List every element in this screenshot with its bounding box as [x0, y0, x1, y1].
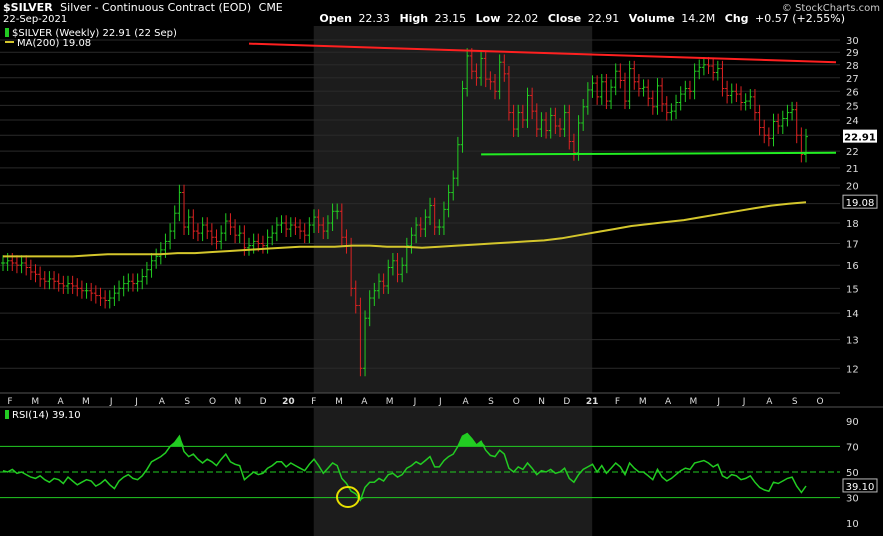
price-y-tick: 20 — [846, 181, 859, 192]
header-title: $SILVER Silver - Continuous Contract (EO… — [3, 1, 283, 14]
x-axis-month-label: J — [134, 397, 138, 407]
volume-value: 14.2M — [681, 12, 715, 25]
x-axis-month-label: M — [690, 397, 698, 407]
price-y-tick: 18 — [846, 219, 859, 230]
x-axis-month-label: O — [513, 397, 520, 407]
rsi-value-badge: 39.10 — [846, 482, 875, 493]
close-value: 22.91 — [588, 12, 620, 25]
x-axis-month-label: S — [184, 397, 190, 407]
price-y-tick: 24 — [846, 116, 859, 127]
x-axis-month-label: F — [615, 397, 620, 407]
price-y-tick: 17 — [846, 240, 859, 251]
price-y-tick: 28 — [846, 61, 859, 72]
x-axis-month-label: F — [7, 397, 12, 407]
x-axis-month-label: J — [716, 397, 720, 407]
price-y-tick: 25 — [846, 101, 859, 112]
open-label: Open — [319, 12, 352, 25]
volume-label: Volume — [629, 12, 675, 25]
rsi-legend-label: RSI(14) 39.10 — [12, 410, 81, 421]
header-name: Silver - Continuous Contract (EOD) — [60, 1, 251, 14]
x-axis-month-label: F — [311, 397, 316, 407]
price-shaded-year — [313, 26, 593, 393]
x-axis-month-label: A — [463, 397, 470, 407]
x-axis-month-label: M — [82, 397, 90, 407]
last-price-badge: 22.91 — [844, 133, 876, 144]
rsi-y-tick: 30 — [846, 494, 859, 505]
x-axis-month-label: S — [488, 397, 494, 407]
rsi-y-tick: 70 — [846, 442, 859, 453]
x-axis-month-label: A — [361, 397, 368, 407]
x-axis-month-label: J — [742, 397, 746, 407]
x-axis-month-label: J — [438, 397, 442, 407]
price-y-tick: 15 — [846, 284, 859, 295]
price-last-badge: 22.91 — [843, 129, 877, 144]
price-y-tick: 14 — [846, 309, 859, 320]
price-y-tick: 12 — [846, 364, 859, 375]
ma-last-badge: 19.08 — [842, 194, 878, 209]
low-value: 22.02 — [507, 12, 539, 25]
x-axis-month-label: O — [816, 397, 823, 407]
price-y-tick: 22 — [846, 147, 859, 158]
x-axis-month-label: N — [234, 397, 241, 407]
x-axis-month-label: D — [563, 397, 570, 407]
high-value: 23.15 — [435, 12, 467, 25]
x-axis-month-label: 20 — [282, 397, 295, 407]
price-y-tick: 26 — [846, 87, 859, 98]
price-y-tick: 16 — [846, 261, 859, 272]
rsi-y-tick: 50 — [846, 468, 859, 479]
x-axis-month-label: M — [335, 397, 343, 407]
ma-legend-swatch — [5, 41, 14, 43]
x-axis-month-label: M — [31, 397, 39, 407]
rsi-legend-swatch — [5, 410, 9, 419]
chg-value: +0.57 (+2.55%) — [755, 12, 845, 25]
x-axis-month-label: A — [58, 397, 65, 407]
close-label: Close — [548, 12, 581, 25]
price-y-tick: 13 — [846, 336, 859, 347]
header-date: 22-Sep-2021 — [3, 14, 67, 25]
x-axis-month-label: N — [538, 397, 545, 407]
x-axis-month-label: A — [665, 397, 672, 407]
price-y-tick: 27 — [846, 74, 859, 85]
x-axis-month-label: O — [209, 397, 216, 407]
open-value: 22.33 — [358, 12, 390, 25]
x-axis-month-label: J — [109, 397, 113, 407]
price-legend-swatch — [5, 28, 9, 37]
chg-label: Chg — [725, 12, 749, 25]
high-label: High — [399, 12, 428, 25]
ma-value-badge: 19.08 — [846, 198, 875, 209]
price-y-tick: 21 — [846, 164, 859, 175]
header-exchange: CME — [259, 1, 283, 14]
rsi-y-tick: 90 — [846, 417, 859, 428]
x-axis-month-label: M — [386, 397, 394, 407]
x-axis-month-label: J — [413, 397, 417, 407]
rsi-y-tick: 10 — [846, 519, 859, 530]
x-axis-month-label: D — [260, 397, 267, 407]
silver-weekly-chart: $SILVER Silver - Continuous Contract (EO… — [0, 0, 883, 536]
x-axis-month-label: A — [159, 397, 166, 407]
x-axis-month-label: M — [639, 397, 647, 407]
x-axis-month-label: A — [766, 397, 773, 407]
ma-legend-label: MA(200) 19.08 — [17, 38, 91, 49]
x-axis-month-label: S — [792, 397, 798, 407]
low-label: Low — [476, 12, 501, 25]
x-axis-month-label: 21 — [586, 397, 599, 407]
price-y-tick: 30 — [846, 36, 859, 47]
price-y-tick: 29 — [846, 48, 859, 59]
header-symbol: $SILVER — [3, 1, 53, 14]
